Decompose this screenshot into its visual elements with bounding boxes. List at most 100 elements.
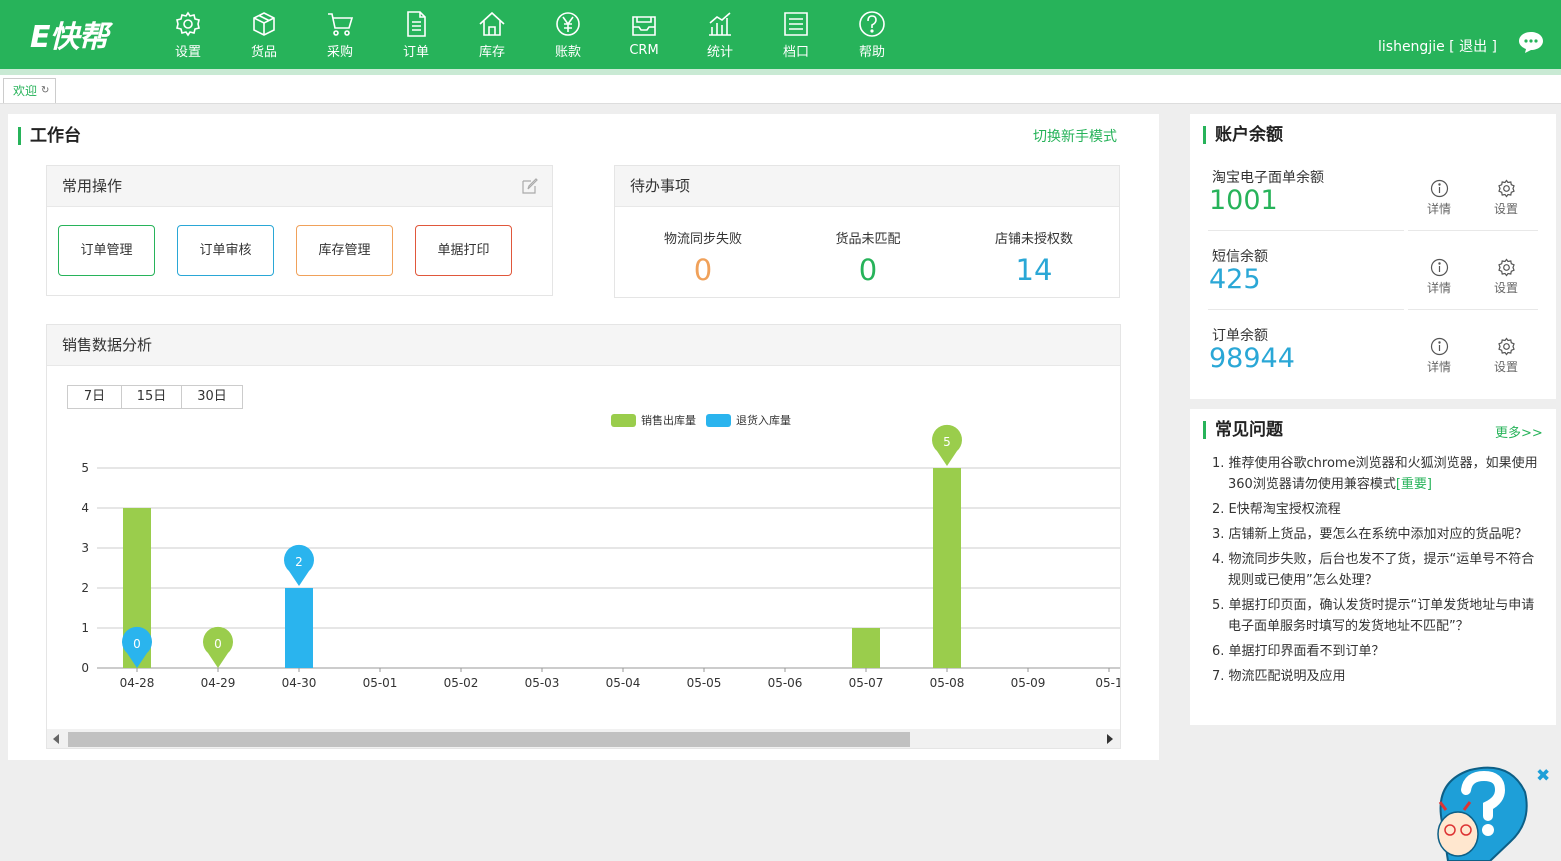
chart-marker-label: 2 [295,555,303,569]
faq-text: 2. E快帮淘宝授权流程 [1212,502,1341,517]
detail-button[interactable]: 详情 [1419,179,1459,217]
detail-button[interactable]: 详情 [1419,258,1459,296]
document-print-button[interactable]: 单据打印 [415,225,512,276]
settings-label: 设置 [1493,360,1518,374]
chart-marker-label: 0 [133,637,141,651]
faq-item[interactable]: 6. 单据打印界面看不到订单？ [1212,641,1542,662]
nav-label: 帮助 [858,45,885,60]
edit-icon[interactable] [521,178,538,195]
close-icon[interactable]: ✖ [1536,766,1550,786]
nav-item-crm[interactable]: CRM [606,0,682,69]
todo-logistics-sync-failed[interactable]: 物流同步失败 0 [618,228,788,287]
sales-chart: 0 1 2 3 4 5 04-28 04-29 04-30 05-01 05-02 05-03 05-0… [81,424,1120,690]
nav-item-purchase[interactable]: 采购 [302,0,378,69]
nav-item-stats[interactable]: 统计 [682,0,758,69]
todo-count[interactable]: 0 [618,253,788,287]
common-ops-title: 常用操作 [62,177,123,195]
y-tick-label: 0 [81,661,89,675]
y-tick-label: 5 [81,461,89,475]
divider [1208,230,1404,231]
balance-row-sms: 短信余额 425 详情 设置 [1190,246,1539,325]
inbox-icon [632,16,656,36]
balance-label: 淘宝电子面单余额 [1212,170,1324,186]
nav-item-inventory[interactable]: 库存 [454,0,530,69]
x-tick-label: 05-03 [525,676,560,690]
y-tick-label: 2 [81,581,89,595]
divider [1408,230,1538,231]
app-logo[interactable]: E快帮 [30,12,108,56]
common-ops-header: 常用操作 [47,166,552,207]
nav-item-orders[interactable]: 订单 [378,0,454,69]
nav-item-settings[interactable]: 设置 [150,0,226,69]
chart-bar [285,588,313,668]
faq-text: 1. 推荐使用谷歌chrome浏览器和火狐浏览器，如果使用360浏览器请勿使用兼… [1212,456,1538,492]
y-tick-label: 4 [81,501,89,515]
x-tick-label: 04-28 [120,676,155,690]
balance-row-waybill: 淘宝电子面单余额 1001 详情 设置 [1190,167,1539,246]
balance-label: 订单余额 [1212,328,1268,344]
order-review-button[interactable]: 订单审核 [177,225,274,276]
nav-item-goods[interactable]: 货品 [226,0,302,69]
chart-scrollbar[interactable] [47,729,1120,748]
tab-welcome[interactable]: 欢迎 ↻ [3,78,57,103]
logout-link[interactable]: [ 退出 ] [1449,39,1497,55]
main-nav: 设置 货品 采购 订单 库存 账款 CRM 统计 档口 帮助 [150,0,910,69]
x-tick-label: 05-02 [444,676,479,690]
todo-count[interactable]: 0 [783,253,953,287]
faq-text: 7. 物流匹配说明及应用 [1212,669,1346,684]
balance-value: 425 [1209,264,1261,295]
divider [1408,309,1538,310]
gear-icon [176,11,200,37]
settings-button[interactable]: 设置 [1486,337,1526,375]
settings-label: 设置 [1493,281,1518,295]
nav-label: 采购 [326,45,353,60]
top-navbar: E快帮 设置 货品 采购 订单 库存 账款 CRM 统计 档口 帮助 lishe… [0,0,1561,69]
nav-item-help[interactable]: 帮助 [834,0,910,69]
balance-value: 1001 [1209,185,1278,216]
faq-text: 3. 店铺新上货品，要怎么在系统中添加对应的货品呢？ [1212,527,1528,542]
scroll-left-arrow[interactable] [53,734,59,744]
todo-goods-unmatched[interactable]: 货品未匹配 0 [783,228,953,287]
nav-label: 设置 [174,45,201,60]
todo-store-unauthorized[interactable]: 店铺未授权数 14 [949,228,1119,287]
tab-bar: 欢迎 ↻ [0,75,1561,104]
todo-card: 待办事项 物流同步失败 0 货品未匹配 0 店铺未授权数 14 [614,165,1120,298]
faq-panel: 常见问题 更多>> 1. 推荐使用谷歌chrome浏览器和火狐浏览器，如果使用3… [1190,409,1556,725]
x-tick-label: 04-29 [201,676,236,690]
todo-title: 待办事项 [630,177,691,195]
account-balance-panel: 账户余额 淘宝电子面单余额 1001 详情 设置 短信余额 425 详情 设置 … [1190,114,1556,399]
order-management-button[interactable]: 订单管理 [58,225,155,276]
refresh-icon[interactable]: ↻ [41,79,49,103]
info-icon [1430,179,1448,198]
chat-icon[interactable] [1517,30,1545,54]
settings-button[interactable]: 设置 [1486,179,1526,217]
gear-icon [1497,258,1515,277]
box-icon [253,12,275,36]
scroll-thumb[interactable] [68,732,910,747]
faq-item[interactable]: 3. 店铺新上货品，要怎么在系统中添加对应的货品呢？ [1212,524,1542,545]
settings-button[interactable]: 设置 [1486,258,1526,296]
switch-novice-mode-link[interactable]: 切换新手模式 [1033,126,1117,146]
x-tick-label: 05-04 [606,676,641,690]
help-mascot-icon[interactable] [1430,762,1530,861]
nav-item-accounts[interactable]: 账款 [530,0,606,69]
username: lishengjie [1378,39,1445,55]
faq-item[interactable]: 4. 物流同步失败，后台也发不了货，提示“运单号不符合规则或已使用”怎么处理？ [1212,549,1542,591]
info-icon [1430,258,1448,277]
faq-more-link[interactable]: 更多>> [1495,422,1543,441]
nav-item-stall[interactable]: 档口 [758,0,834,69]
important-tag[interactable]: [重要] [1396,477,1432,492]
chart-bar [933,468,961,668]
faq-text: 4. 物流同步失败，后台也发不了货，提示“运单号不符合规则或已使用”怎么处理？ [1212,552,1535,588]
x-tick-label: 05-07 [849,676,884,690]
todo-label: 货品未匹配 [835,232,901,247]
faq-item[interactable]: 7. 物流匹配说明及应用 [1212,666,1542,687]
faq-item[interactable]: 2. E快帮淘宝授权流程 [1212,499,1542,520]
inventory-management-button[interactable]: 库存管理 [296,225,393,276]
faq-item[interactable]: 1. 推荐使用谷歌chrome浏览器和火狐浏览器，如果使用360浏览器请勿使用兼… [1212,453,1542,495]
faq-item[interactable]: 5. 单据打印页面，确认发货时提示“订单发货地址与申请电子面单服务时填写的发货地… [1212,595,1542,637]
scroll-right-arrow[interactable] [1107,734,1113,744]
faq-text: 5. 单据打印页面，确认发货时提示“订单发货地址与申请电子面单服务时填写的发货地… [1212,598,1535,634]
todo-count[interactable]: 14 [949,253,1119,287]
detail-button[interactable]: 详情 [1419,337,1459,375]
